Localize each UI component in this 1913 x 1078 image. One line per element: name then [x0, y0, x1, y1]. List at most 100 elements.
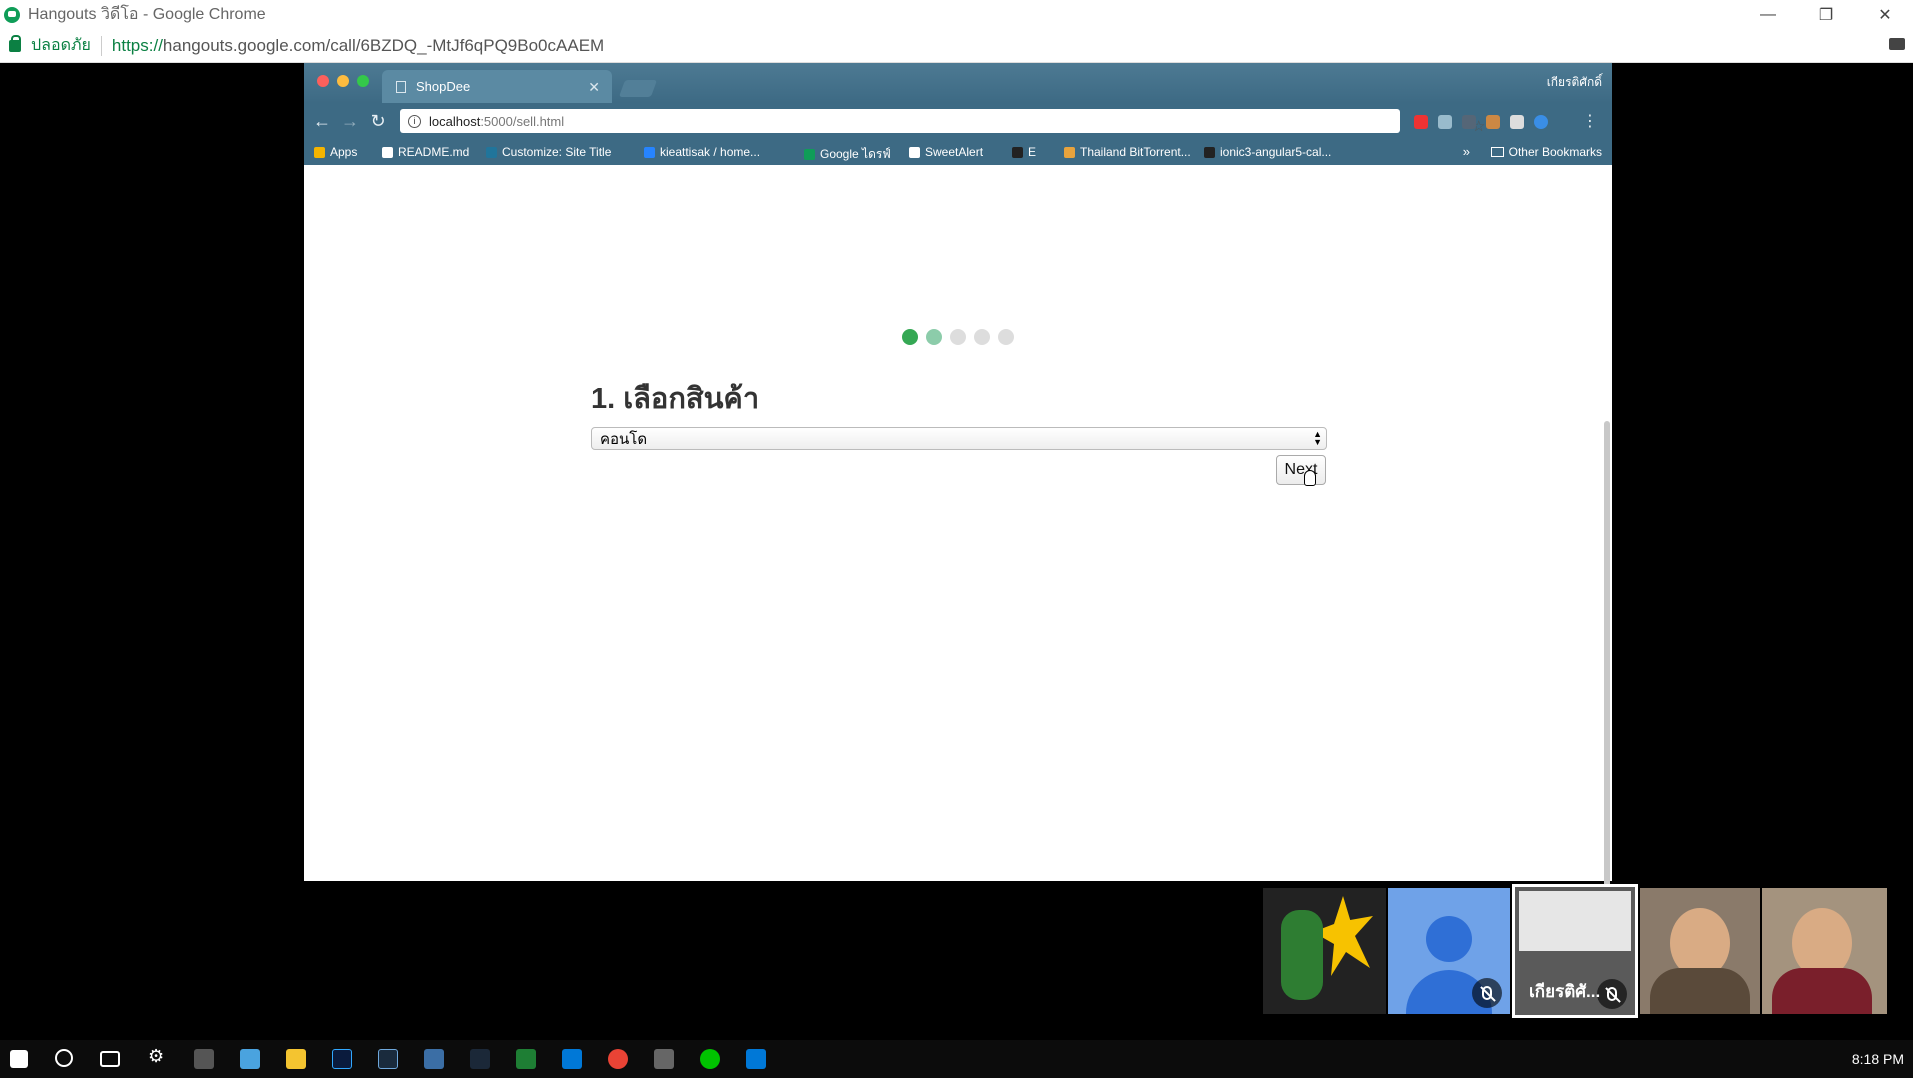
mac-close-icon[interactable] — [317, 75, 329, 87]
bookmark-label: Google ไดรฟ์ — [820, 147, 891, 161]
page-content: 1. เลือกสินค้า คอนโด ▲ ▼ Next — [304, 165, 1612, 953]
step-indicator — [902, 329, 1014, 345]
info-icon[interactable]: i — [408, 114, 421, 128]
other-bookmarks[interactable]: Other Bookmarks — [1490, 145, 1602, 159]
omnibox-path: :5000/sell.html — [480, 113, 565, 129]
app-icon[interactable] — [654, 1049, 674, 1069]
tab-close-icon[interactable]: ✕ — [588, 79, 600, 96]
restore-button[interactable]: ❐ — [1798, 0, 1854, 29]
settings-icon[interactable]: ⚙ — [148, 1046, 168, 1066]
minimize-button[interactable]: — — [1740, 0, 1796, 29]
participant-tile[interactable] — [1388, 888, 1510, 1014]
back-icon[interactable]: ← — [308, 111, 336, 132]
select-value: คอนโด — [600, 430, 648, 448]
participant-name: เกียรติศั... — [1529, 982, 1601, 1001]
bookmark-item[interactable]: SweetAlert — [909, 145, 983, 159]
bookmark-item[interactable]: ionic3-angular5-cal... — [1204, 145, 1331, 159]
screen-preview — [1519, 891, 1631, 951]
mac-minimize-icon[interactable] — [337, 75, 349, 87]
task-view-icon[interactable] — [100, 1051, 120, 1067]
person-video — [1650, 968, 1750, 1014]
omnibox[interactable]: i localhost:5000/sell.html ☆ — [400, 109, 1485, 135]
participant-tile[interactable]: เกียรติศั... — [1512, 884, 1638, 1018]
file-explorer-icon[interactable] — [286, 1049, 306, 1069]
google-drive-icon — [804, 149, 815, 160]
bookmark-item[interactable]: README.md — [382, 145, 469, 159]
address-bar: ปลอดภัย https://hangouts.google.com/call… — [0, 29, 1913, 63]
browser-toolbar: ← → ↻ i localhost:5000/sell.html ☆ ⋮ — [304, 103, 1612, 139]
bitbucket-icon — [644, 146, 655, 158]
app-icon[interactable] — [240, 1049, 260, 1069]
select-arrows-icon: ▲ ▼ — [1313, 429, 1322, 447]
more-bookmarks-icon[interactable]: » — [1463, 144, 1470, 159]
profile-name[interactable]: เกียรติศักดิ์ — [1547, 73, 1602, 92]
other-bookmarks-label: Other Bookmarks — [1508, 145, 1602, 159]
app-icon[interactable] — [516, 1049, 536, 1069]
extension-icon[interactable] — [1438, 115, 1452, 129]
bookmark-item[interactable]: E — [1012, 145, 1036, 159]
photoshop-icon[interactable] — [332, 1049, 352, 1069]
camera-icon[interactable] — [1889, 38, 1905, 50]
mac-zoom-icon[interactable] — [357, 75, 369, 87]
new-tab-button[interactable] — [618, 80, 658, 97]
close-button[interactable]: ✕ — [1857, 0, 1913, 29]
participant-tile[interactable] — [1762, 888, 1887, 1014]
bookmark-item[interactable]: Google ไดรฟ์ — [804, 145, 891, 164]
avatar-icon — [1426, 916, 1472, 962]
sticker-avatar — [1281, 910, 1323, 1000]
forward-icon[interactable]: → — [336, 111, 364, 132]
vscode-icon[interactable] — [562, 1049, 582, 1069]
scrollbar[interactable] — [1604, 421, 1610, 953]
extension-icon[interactable] — [1510, 115, 1524, 129]
tab-title: ShopDee — [416, 79, 471, 94]
search-icon[interactable] — [55, 1049, 73, 1067]
bookmark-label: README.md — [398, 145, 470, 159]
shared-screen: ShopDee ✕ เกียรติศักดิ์ ← → ↻ i localhos… — [304, 63, 1612, 953]
product-select[interactable]: คอนโด ▲ ▼ — [591, 427, 1327, 450]
extension-icon[interactable] — [1486, 115, 1500, 129]
steam-icon[interactable] — [470, 1049, 490, 1069]
reload-icon[interactable]: ↻ — [364, 111, 392, 132]
page-title: 1. เลือกสินค้า — [591, 383, 760, 415]
windows-start-icon[interactable] — [10, 1050, 28, 1068]
next-button[interactable]: Next — [1276, 455, 1326, 485]
app-icon[interactable] — [746, 1049, 766, 1069]
divider — [100, 35, 102, 56]
hand-cursor-icon — [1304, 470, 1316, 486]
bookmark-item[interactable]: Customize: Site Title — [486, 145, 611, 159]
line-icon[interactable] — [700, 1049, 720, 1069]
document-icon — [909, 146, 920, 158]
bookmark-item[interactable]: kieattisak / home... — [644, 145, 760, 159]
bookmark-item[interactable]: Apps — [314, 145, 357, 159]
mic-muted-icon — [1472, 978, 1502, 1008]
menu-icon[interactable]: ⋮ — [1582, 111, 1598, 131]
url-text[interactable]: https://hangouts.google.com/call/6BZDQ_-… — [112, 36, 604, 56]
torrent-icon — [1064, 146, 1075, 158]
lock-icon — [9, 34, 21, 52]
step-dot — [926, 329, 942, 345]
bookmark-label: E — [1028, 145, 1037, 159]
step-dot — [902, 329, 918, 345]
extension-icon[interactable] — [1534, 115, 1548, 129]
chrome-icon[interactable] — [608, 1049, 628, 1069]
window-title-bar: Hangouts วิดีโอ - Google Chrome — ❐ ✕ — [0, 0, 1913, 29]
bookmark-label: ionic3-angular5-cal... — [1220, 145, 1332, 159]
github-icon — [1204, 146, 1215, 158]
participant-tile[interactable] — [1640, 888, 1760, 1014]
secure-label: ปลอดภัย — [31, 37, 91, 54]
step-dot — [998, 329, 1014, 345]
extension-icon[interactable] — [1462, 115, 1476, 129]
extension-icon[interactable] — [1414, 115, 1428, 129]
github-icon — [1012, 146, 1023, 158]
tab-shopdee[interactable]: ShopDee ✕ — [382, 70, 612, 103]
participant-tile[interactable] — [1263, 888, 1386, 1014]
document-icon — [382, 146, 393, 158]
bookmark-item[interactable]: Thailand BitTorrent... — [1064, 145, 1191, 159]
app-icon[interactable] — [424, 1049, 444, 1069]
bookmarks-bar: Apps README.md Customize: Site Title kieatt… — [304, 139, 1612, 165]
app-icon[interactable] — [194, 1049, 214, 1069]
lightroom-icon[interactable] — [378, 1049, 398, 1069]
mic-muted-icon — [1597, 979, 1627, 1009]
bookmark-label: Apps — [330, 145, 358, 159]
bookmark-label: Thailand BitTorrent... — [1080, 145, 1191, 159]
